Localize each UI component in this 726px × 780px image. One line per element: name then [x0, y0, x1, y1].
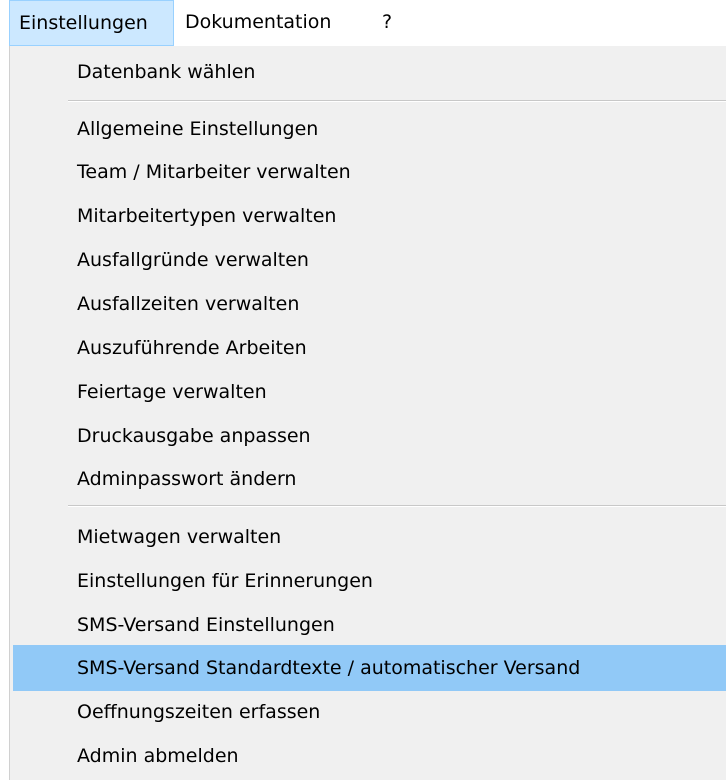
menu-item-mietwagen-verwalten[interactable]: Mietwagen verwalten: [13, 517, 726, 557]
menu-separator: [68, 505, 726, 507]
menu-item-auszufuehrende-arbeiten[interactable]: Auszuführende Arbeiten: [13, 328, 726, 368]
menu-item-ausfallzeiten-verwalten[interactable]: Ausfallzeiten verwalten: [13, 284, 726, 324]
menu-item-oeffnungszeiten-erfassen[interactable]: Oeffnungszeiten erfassen: [13, 692, 726, 732]
menu-item-adminpasswort-aendern[interactable]: Adminpasswort ändern: [13, 459, 726, 499]
menu-item-einstellungen-fuer-erinnerungen[interactable]: Einstellungen für Erinnerungen: [13, 561, 726, 601]
menu-item-admin-abmelden[interactable]: Admin abmelden: [13, 736, 726, 776]
menu-item-datenbank-waehlen[interactable]: Datenbank wählen: [13, 52, 726, 92]
menu-item-sms-versand-standardtexte[interactable]: SMS-Versand Standardtexte / automatische…: [13, 645, 726, 691]
menu-help[interactable]: ?: [364, 0, 404, 46]
menu-dokumentation[interactable]: Dokumentation: [174, 0, 364, 46]
einstellungen-dropdown: Datenbank wählen Allgemeine Einstellunge…: [9, 46, 726, 780]
menu-item-feiertage-verwalten[interactable]: Feiertage verwalten: [13, 372, 726, 412]
menu-bar: Einstellungen Dokumentation ?: [0, 0, 726, 46]
menu-item-sms-versand-einstellungen[interactable]: SMS-Versand Einstellungen: [13, 605, 726, 645]
menu-item-mitarbeitertypen-verwalten[interactable]: Mitarbeitertypen verwalten: [13, 196, 726, 236]
menu-item-team-mitarbeiter-verwalten[interactable]: Team / Mitarbeiter verwalten: [13, 152, 726, 192]
menu-separator: [68, 100, 726, 102]
menu-item-ausfallgruende-verwalten[interactable]: Ausfallgründe verwalten: [13, 240, 726, 280]
menu-item-druckausgabe-anpassen[interactable]: Druckausgabe anpassen: [13, 416, 726, 456]
menu-item-allgemeine-einstellungen[interactable]: Allgemeine Einstellungen: [13, 109, 726, 149]
menu-einstellungen[interactable]: Einstellungen: [9, 0, 174, 46]
